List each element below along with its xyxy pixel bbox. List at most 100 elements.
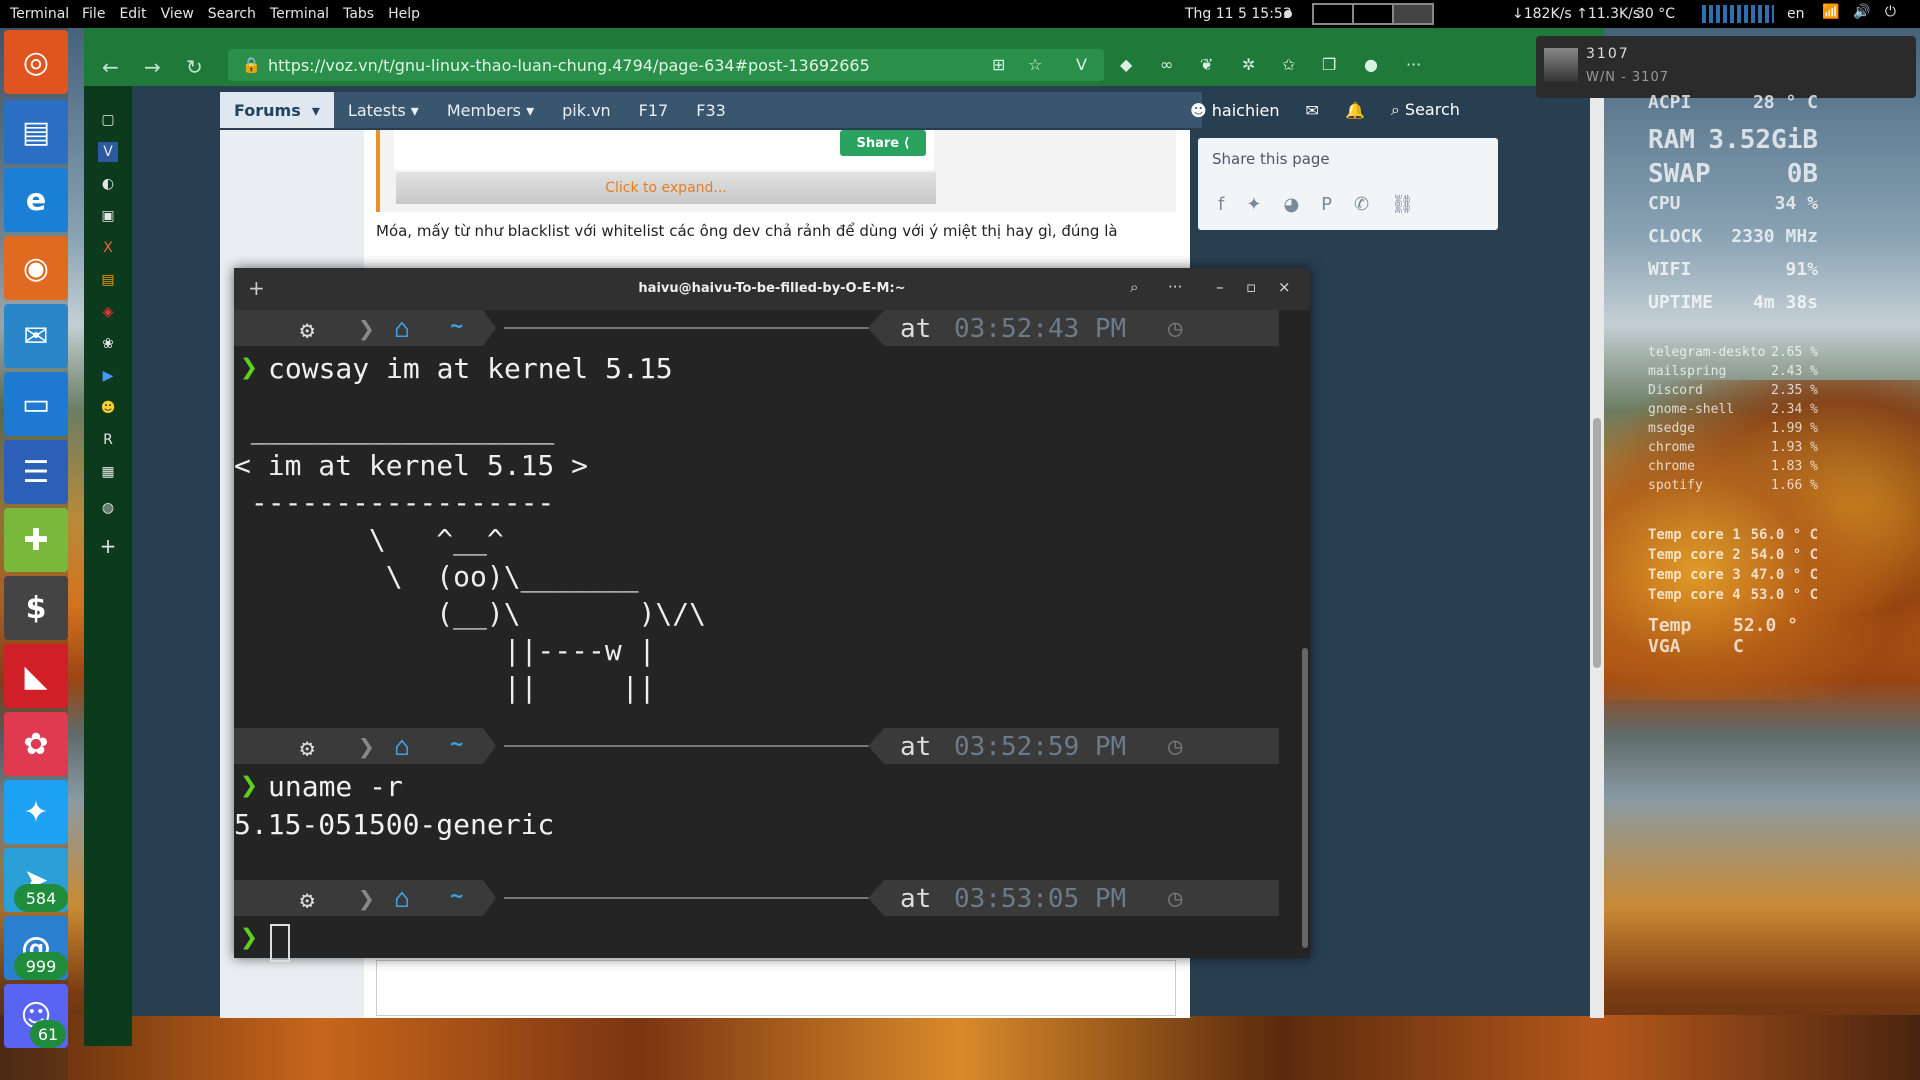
media-notification[interactable]: 3107 W/N - 3107: [1536, 36, 1916, 98]
extensions-puzzle-icon[interactable]: ✲: [1242, 55, 1255, 74]
process-name: chrome: [1648, 440, 1695, 455]
tab-icon-r[interactable]: R: [98, 430, 118, 450]
active-app-name[interactable]: Terminal: [0, 6, 82, 22]
amd-icon[interactable]: ◣: [4, 644, 68, 708]
user-menu[interactable]: ☻ haichien: [1190, 101, 1280, 120]
ubuntu-icon[interactable]: ◎: [4, 30, 68, 94]
keyboard-language[interactable]: en: [1787, 6, 1805, 22]
page-scrollbar[interactable]: [1590, 98, 1604, 1018]
terminal-titlebar[interactable]: + haivu@haivu-To-be-filled-by-O-E-M:~ ⌕ …: [234, 268, 1310, 310]
tab-icon-8[interactable]: ▶: [98, 366, 118, 386]
clock[interactable]: Thg 11 5 15:53: [1185, 6, 1292, 22]
cwd-tilde: ~: [450, 884, 464, 909]
tab-icon-9[interactable]: ☻: [98, 398, 118, 418]
favorites-icon[interactable]: ✩: [1282, 55, 1295, 74]
tab-icon-12[interactable]: ◍: [98, 498, 118, 518]
process-cpu: 2.65 %: [1771, 345, 1818, 360]
reply-editor[interactable]: [376, 960, 1176, 1016]
tab-actions-icon[interactable]: ▢: [98, 110, 118, 130]
minimize-icon[interactable]: –: [1216, 278, 1224, 296]
menu-tabs[interactable]: Tabs: [343, 6, 374, 22]
tab-pik[interactable]: pik.vn: [548, 101, 625, 120]
ublock-icon[interactable]: ◆: [1120, 55, 1132, 74]
menu-help[interactable]: Help: [388, 6, 420, 22]
cowsay-message: < im at kernel 5.15 >: [234, 449, 589, 482]
workspace-3[interactable]: [1392, 3, 1434, 25]
alerts-icon[interactable]: 🔔: [1345, 101, 1365, 120]
tab-icon-6[interactable]: ◈: [98, 302, 118, 322]
tab-members[interactable]: Members ▾: [433, 101, 548, 120]
writer-icon[interactable]: ☰: [4, 440, 68, 504]
game-controller-icon[interactable]: ✚: [4, 508, 68, 572]
tab-icon-11[interactable]: ▦: [98, 462, 118, 482]
clock-icon: ◷: [1168, 884, 1183, 912]
tab-icon-2[interactable]: ◐: [98, 174, 118, 194]
edge-browser-icon[interactable]: e: [4, 168, 68, 232]
back-icon[interactable]: ←: [102, 55, 119, 79]
tab-f17[interactable]: F17: [625, 101, 683, 120]
terminal-window[interactable]: + haivu@haivu-To-be-filled-by-O-E-M:~ ⌕ …: [234, 268, 1310, 962]
favorite-icon[interactable]: ☆: [1028, 55, 1042, 74]
menu-search[interactable]: Search: [208, 6, 256, 22]
collections-icon[interactable]: ❐: [1322, 55, 1336, 74]
close-icon[interactable]: ×: [1278, 278, 1291, 296]
tab-forums[interactable]: Forums ▾: [220, 92, 334, 128]
profile-icon[interactable]: ●: [1364, 55, 1378, 74]
files-icon[interactable]: ▭: [4, 372, 68, 436]
terminal-icon[interactable]: $: [4, 576, 68, 640]
facebook-icon[interactable]: f: [1218, 194, 1224, 215]
scroll-thumb[interactable]: [1593, 418, 1601, 668]
menu-terminal[interactable]: Terminal: [270, 6, 329, 22]
search-button[interactable]: ⌕ Search: [1391, 100, 1460, 120]
system-menu-icons[interactable]: 📶🔊⏻: [1822, 4, 1910, 20]
twitter-icon[interactable]: ✦: [4, 780, 68, 844]
more-menu-icon[interactable]: ···: [1406, 55, 1421, 74]
chrome-icon[interactable]: ◉: [4, 236, 68, 300]
forward-icon[interactable]: →: [144, 55, 161, 79]
tab-icon-3[interactable]: ▣: [98, 206, 118, 226]
workspace-2[interactable]: [1352, 3, 1394, 25]
thunderbird-icon[interactable]: ✉: [4, 304, 68, 368]
link-icon[interactable]: ⛓: [1391, 194, 1414, 215]
url-bar[interactable]: 🔒 https://voz.vn/t/gnu-linux-thao-luan-c…: [228, 49, 1104, 81]
extension-icon[interactable]: ∞: [1160, 55, 1173, 74]
twitter-share-icon[interactable]: ✦: [1246, 194, 1261, 215]
expand-quote[interactable]: Click to expand...: [396, 172, 936, 204]
pinwheel-app-icon[interactable]: ✿: [4, 712, 68, 776]
app-available-icon[interactable]: ⊞: [992, 55, 1005, 74]
prompt-arrow-icon: ❯: [240, 350, 259, 385]
maximize-icon[interactable]: ▫: [1246, 278, 1256, 296]
more-menu-icon[interactable]: ···: [1168, 278, 1182, 296]
pinterest-icon[interactable]: P: [1321, 194, 1332, 215]
tab-icon-x[interactable]: X: [98, 238, 118, 258]
browser-sidebar: ▢ V ◐ ▣ X ▤ ◈ ❀ ▶ ☻ R ▦ ◍ +: [84, 86, 132, 1046]
system-monitor-graph[interactable]: [1702, 5, 1774, 23]
dashboard-app-icon[interactable]: ▤: [4, 100, 68, 164]
search-icon[interactable]: ⌕: [1130, 278, 1138, 296]
new-tab-icon[interactable]: +: [98, 534, 118, 558]
terminal-output[interactable]: ⚙ ❯ ⌂ ~ at 03:52:43 PM ◷ ❯ cowsay im at …: [234, 310, 1310, 962]
inbox-icon[interactable]: ✉: [1306, 101, 1319, 120]
process-row: spotify 1.66 %: [1648, 478, 1818, 497]
tab-latests[interactable]: Latests ▾: [334, 101, 433, 120]
extension-v-icon[interactable]: V: [1076, 55, 1087, 74]
terminal-scrollbar[interactable]: [1302, 648, 1308, 948]
prompt-arrow-icon: ❯: [240, 920, 259, 955]
at-label: at: [900, 884, 932, 914]
voz-tab-icon[interactable]: V: [98, 142, 118, 162]
whatsapp-icon[interactable]: ✆: [1354, 194, 1369, 215]
reddit-icon[interactable]: ◕: [1283, 194, 1299, 215]
menu-edit[interactable]: Edit: [119, 6, 146, 22]
tab-f33[interactable]: F33: [682, 101, 740, 120]
conky-swap: SWAP 0B: [1648, 159, 1818, 193]
tab-icon-7[interactable]: ❀: [98, 334, 118, 354]
menu-view[interactable]: View: [161, 6, 194, 22]
workspace-1[interactable]: [1312, 3, 1354, 25]
share-button[interactable]: Share ⟨: [840, 130, 926, 156]
weather-temp[interactable]: 30 °C: [1636, 6, 1675, 22]
tab-icon-5[interactable]: ▤: [98, 270, 118, 290]
menu-file[interactable]: File: [82, 6, 105, 22]
reload-icon[interactable]: ↻: [186, 55, 203, 79]
extension-leaf-icon[interactable]: ❦: [1200, 55, 1213, 74]
prompt-time: 03:52:43 PM: [954, 314, 1127, 344]
